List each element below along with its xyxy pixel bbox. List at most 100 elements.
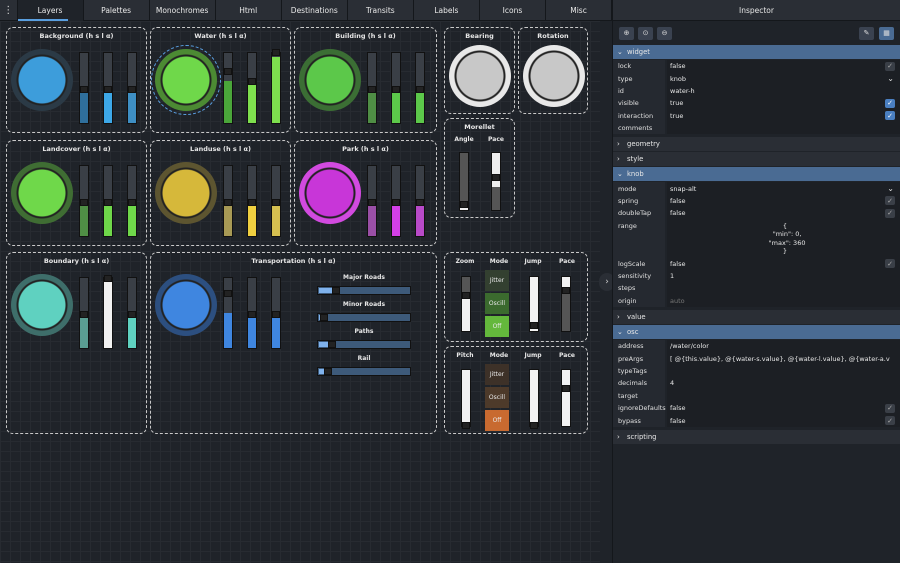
rail-slider[interactable] [317,367,411,376]
tab-destinations[interactable]: Destinations [282,0,348,21]
section-geometry[interactable]: › geometry [613,137,900,152]
pace-slider[interactable] [561,369,571,427]
saturation-slider[interactable] [223,277,233,349]
jump-slider[interactable] [529,369,539,429]
pace-slider[interactable] [491,152,501,211]
alpha-slider[interactable] [415,52,425,124]
saturation-slider[interactable] [79,165,89,237]
tab-monochromes[interactable]: Monochromes [150,0,216,21]
checkbox-icon[interactable]: ✓ [885,259,895,269]
prop-value[interactable] [667,282,900,295]
lightness-slider[interactable] [391,52,401,124]
zoom-slider[interactable] [461,276,471,332]
prop-value[interactable] [667,389,900,403]
pitch-slider[interactable] [461,369,471,429]
mode-jitter-button[interactable]: Jitter [485,270,509,291]
prop-value[interactable]: knob ⌄ [667,72,900,85]
alpha-slider[interactable] [127,52,137,124]
mode-off-button[interactable]: Off [485,316,509,337]
tab-transits[interactable]: Transits [348,0,414,21]
lightness-slider[interactable] [247,165,257,237]
minor-roads-slider[interactable] [317,313,411,322]
alpha-slider[interactable] [415,165,425,237]
prop-value[interactable]: 4 [667,377,900,390]
prop-value[interactable]: water-h [667,84,900,98]
hue-knob[interactable] [299,162,361,224]
edit-off-icon[interactable]: ✎ [859,26,874,40]
mode-jitter-button[interactable]: Jitter [485,364,509,385]
saturation-slider[interactable] [367,165,377,237]
tab-misc[interactable]: Misc [546,0,613,21]
prop-value[interactable]: true ✓ [667,97,900,110]
section-widget[interactable]: ⌄ widget [613,45,900,59]
bearing-knob[interactable] [449,45,511,107]
prop-value[interactable]: [ @{this.value}, @{water-s.value}, @{wat… [667,352,900,365]
checkbox-icon[interactable]: ✓ [885,416,895,426]
hue-knob[interactable] [11,274,73,336]
checkbox-icon[interactable]: ✓ [885,61,895,71]
mode-oscill-button[interactable]: Oscill [485,293,509,314]
prop-value[interactable]: snap-alt ⌄ [667,182,900,195]
section-style[interactable]: › style [613,152,900,167]
hue-knob[interactable] [151,45,221,115]
lightness-slider[interactable] [247,277,257,349]
alpha-slider[interactable] [271,277,281,349]
prop-value[interactable] [667,121,900,135]
chevron-down-icon[interactable]: ⌄ [887,74,894,83]
tab-html[interactable]: Html [216,0,282,21]
checkbox-icon[interactable]: ✓ [885,403,895,413]
section-knob[interactable]: ⌄ knob [613,167,900,182]
prop-value[interactable]: false ✓ [667,402,900,415]
prop-value[interactable]: 1 [667,269,900,283]
alpha-slider[interactable] [127,277,137,349]
prop-value[interactable] [667,364,900,378]
alpha-slider[interactable] [271,49,281,124]
alpha-slider[interactable] [271,165,281,237]
hue-knob[interactable] [155,274,217,336]
tab-palettes[interactable]: Palettes [84,0,150,21]
prop-value[interactable]: false ✓ [667,60,900,73]
saturation-slider[interactable] [79,277,89,349]
tab-layers[interactable]: Layers [17,0,84,21]
lightness-slider[interactable] [391,165,401,237]
saturation-slider[interactable] [79,52,89,124]
pace-slider[interactable] [561,276,571,332]
checkbox-icon[interactable]: ✓ [885,98,895,108]
zoom-out-icon[interactable]: ⊖ [657,26,672,40]
alpha-slider[interactable] [127,165,137,237]
prop-value[interactable]: false ✓ [667,414,900,427]
mode-off-button[interactable]: Off [485,410,509,431]
section-scripting[interactable]: › scripting [613,429,900,444]
tab-labels[interactable]: Labels [414,0,480,21]
prop-value[interactable]: auto [667,294,900,308]
saturation-slider[interactable] [223,52,233,124]
lightness-slider[interactable] [103,275,113,349]
rotation-knob[interactable] [523,45,585,107]
grid-icon[interactable]: ▦ [879,26,894,40]
jump-slider[interactable] [529,276,539,332]
hue-knob[interactable] [299,49,361,111]
paths-slider[interactable] [317,340,411,349]
section-osc[interactable]: ⌄ osc [613,325,900,340]
prop-value[interactable]: true ✓ [667,109,900,122]
checkbox-icon[interactable]: ✓ [885,208,895,218]
saturation-slider[interactable] [367,52,377,124]
hue-knob[interactable] [11,162,73,224]
lightness-slider[interactable] [103,52,113,124]
hue-knob[interactable] [155,162,217,224]
zoom-reset-icon[interactable]: ⊙ [638,26,653,40]
major-roads-slider[interactable] [317,286,411,295]
prop-value[interactable]: false ✓ [667,194,900,208]
checkbox-icon[interactable]: ✓ [885,111,895,121]
tab-icons[interactable]: Icons [480,0,546,21]
chevron-down-icon[interactable]: ⌄ [887,184,894,193]
prop-value[interactable]: false ✓ [667,257,900,270]
lightness-slider[interactable] [247,52,257,124]
saturation-slider[interactable] [223,165,233,237]
prop-value[interactable]: /water/color [667,340,900,353]
angle-slider[interactable] [459,152,469,211]
hue-knob[interactable] [11,49,73,111]
prop-value[interactable]: { "min": 0, "max": 360} [667,219,900,258]
checkbox-icon[interactable]: ✓ [885,196,895,206]
prop-value[interactable]: false ✓ [667,207,900,220]
